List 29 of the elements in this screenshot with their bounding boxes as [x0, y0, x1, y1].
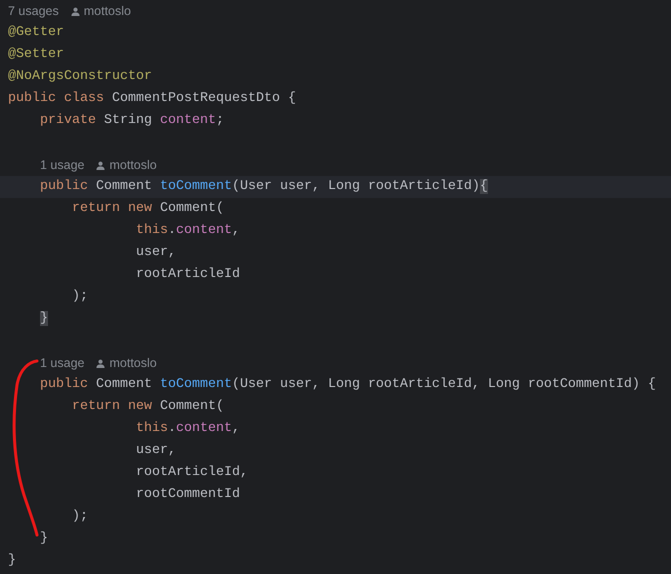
- person-icon: [96, 160, 106, 170]
- code-line: rootArticleId: [134, 266, 240, 284]
- code-line: );: [70, 288, 88, 306]
- code-line: @Getter: [8, 24, 64, 42]
- code-line: user,: [134, 244, 176, 262]
- author-hint: mottoslo: [109, 354, 157, 372]
- code-line: public Comment toComment(User user, Long rootArticleId){: [38, 178, 488, 196]
- code-line: }: [38, 530, 48, 548]
- code-line: return new Comment(: [70, 398, 224, 416]
- person-icon: [96, 358, 106, 368]
- code-line: @Setter: [8, 46, 64, 64]
- code-line: rootCommentId: [134, 486, 240, 504]
- author-hint: mottoslo: [109, 156, 157, 174]
- usages-link[interactable]: 1 usage: [40, 156, 84, 174]
- code-line: public class CommentPostRequestDto {: [8, 90, 296, 108]
- code-line: @NoArgsConstructor: [8, 68, 152, 86]
- usages-link[interactable]: 1 usage: [40, 354, 84, 372]
- code-line: private String content;: [38, 112, 224, 130]
- code-line: public Comment toComment(User user, Long rootArticleId, Long rootCommentId) {: [38, 376, 656, 394]
- code-line: user,: [134, 442, 176, 460]
- author-hint: mottoslo: [84, 2, 131, 20]
- code-line: );: [70, 508, 88, 526]
- code-line: return new Comment(: [70, 200, 224, 218]
- code-line: }: [8, 552, 16, 570]
- code-line: this.content,: [134, 420, 240, 438]
- code-line: this.content,: [134, 222, 240, 240]
- usages-link[interactable]: 7 usages: [8, 2, 59, 20]
- person-icon: [70, 6, 80, 16]
- code-line: rootArticleId,: [134, 464, 248, 482]
